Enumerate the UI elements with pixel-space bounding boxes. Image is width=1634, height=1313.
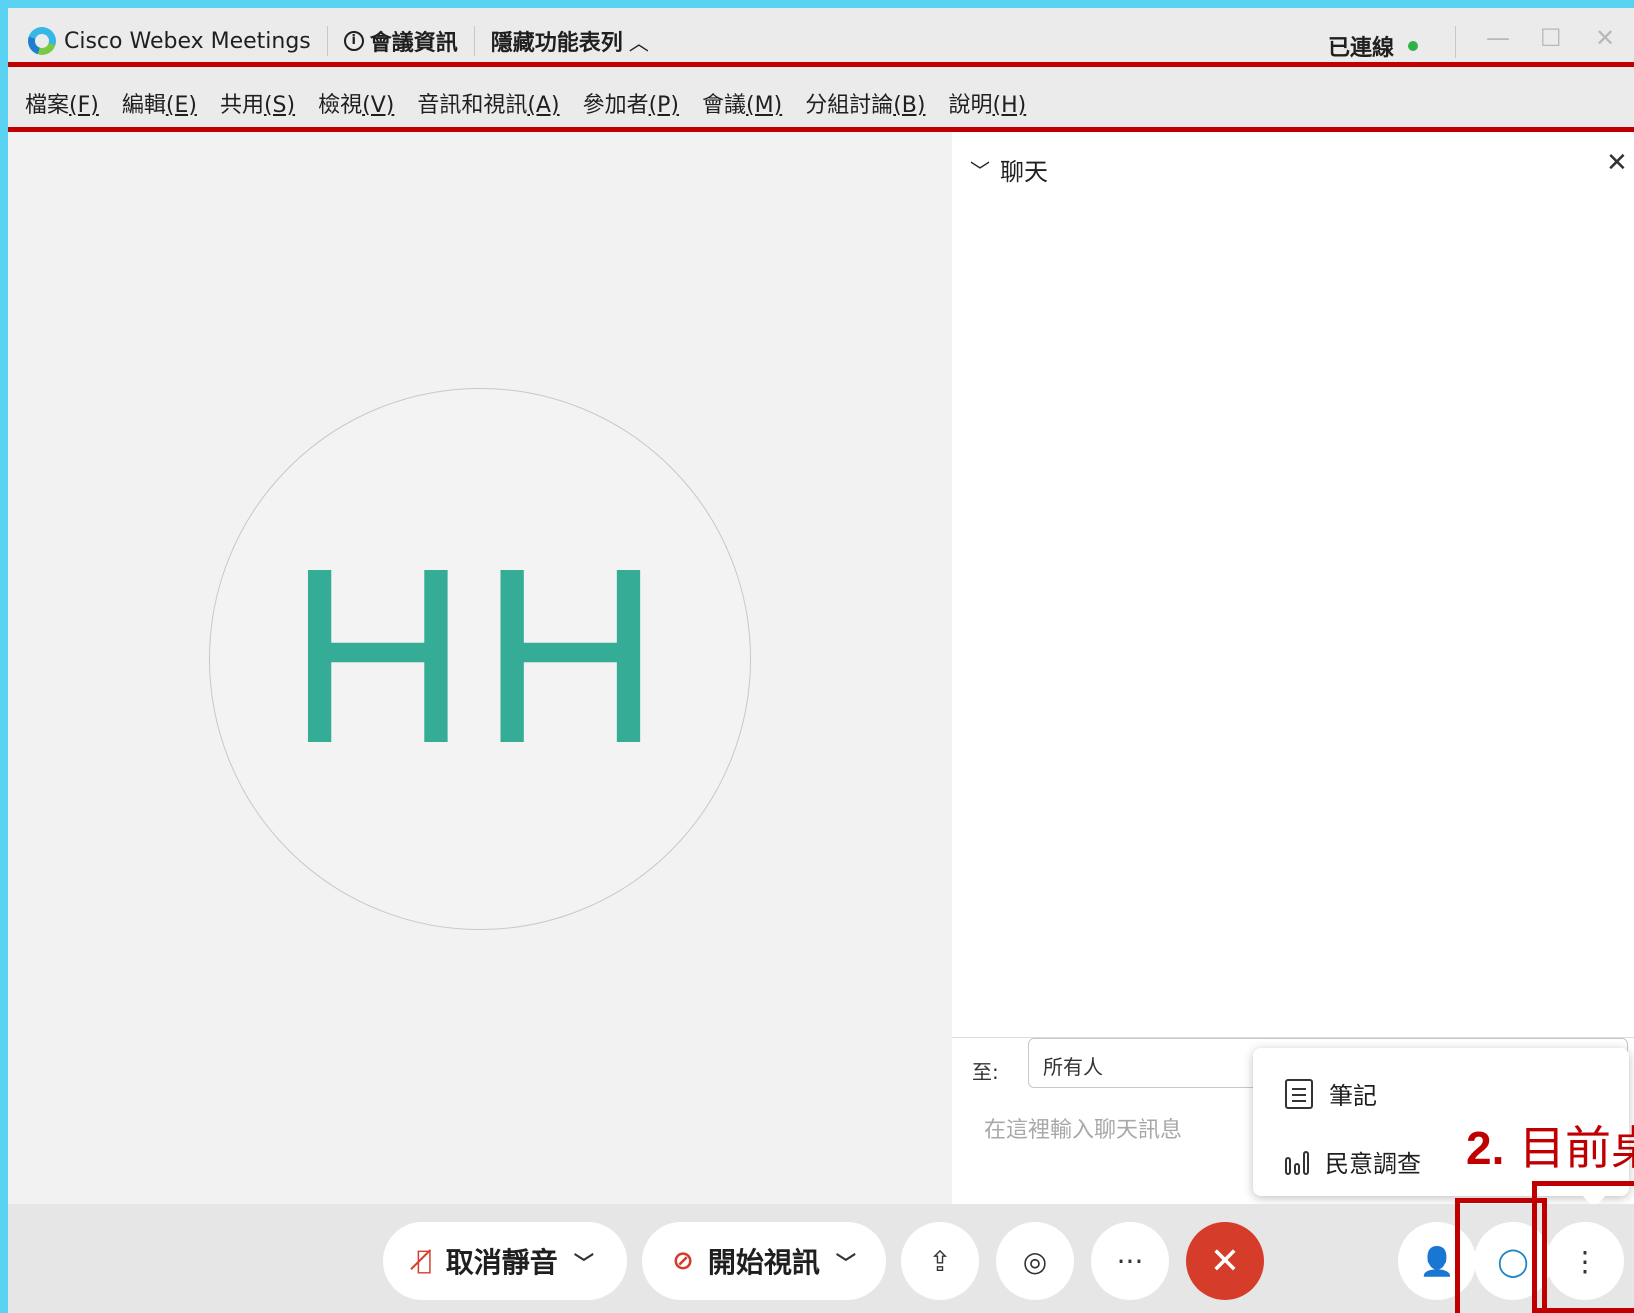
maximize-button[interactable]: ☐ <box>1540 24 1562 52</box>
close-chat-icon[interactable]: ✕ <box>1606 148 1628 178</box>
video-stage: HH <box>8 132 948 1204</box>
webex-logo-icon <box>28 27 56 55</box>
more-panels-button[interactable]: ⋮ <box>1546 1222 1624 1300</box>
participants-button[interactable]: 👤 <box>1398 1222 1476 1300</box>
status-dot-icon <box>1408 41 1419 51</box>
record-button[interactable]: ◎ <box>996 1222 1074 1300</box>
annotation-text: 目前桌 <box>1519 1121 1634 1175</box>
menu-share[interactable]: 共用(S) <box>220 87 295 119</box>
unmute-label: 取消靜音 <box>445 1246 558 1279</box>
menu-edit[interactable]: 編輯(E) <box>122 87 197 119</box>
share-icon: ⇪ <box>928 1244 952 1278</box>
chevron-down-icon[interactable]: ﹀ <box>574 1247 594 1276</box>
chat-title: 聊天 <box>1000 158 1048 186</box>
menu-file[interactable]: 檔案(F) <box>25 87 99 119</box>
avatar-initials: HH <box>287 516 673 795</box>
menu-participants[interactable]: 參加者(P) <box>583 87 679 119</box>
more-horizontal-icon: ··· <box>1116 1244 1144 1278</box>
popup-polling-label: 民意調查 <box>1325 1150 1421 1178</box>
chevron-down-icon: ﹀ <box>970 159 990 183</box>
end-meeting-button[interactable]: ✕ <box>1186 1222 1264 1300</box>
chat-header[interactable]: ﹀ 聊天 <box>970 152 1048 187</box>
end-meeting-icon: ✕ <box>1209 1240 1241 1282</box>
menu-bar: 檔案(F) 編輯(E) 共用(S) 檢視(V) 音訊和視訊(A) 參加者(P) … <box>8 74 1634 132</box>
chat-panel: ﹀ 聊天 ✕ 至: 所有人 在這裡輸入聊天訊息 <box>952 132 1634 1204</box>
chevron-down-icon[interactable]: ﹀ <box>836 1247 856 1276</box>
hide-menu-bar-button[interactable]: 隱藏功能表列 ︿ <box>491 25 649 57</box>
chevron-up-icon: ︿ <box>628 30 649 55</box>
menu-breakout[interactable]: 分組討論(B) <box>805 87 925 119</box>
webex-window: Cisco Webex Meetings i 會議資訊 隱藏功能表列 ︿ 已連線… <box>8 8 1634 1313</box>
app-title: Cisco Webex Meetings <box>64 28 311 54</box>
popup-item-notes[interactable]: 筆記 <box>1285 1076 1377 1111</box>
menu-audio-video[interactable]: 音訊和視訊(A) <box>417 87 559 119</box>
close-window-button[interactable]: ✕ <box>1595 24 1615 52</box>
annotation-number: 2. <box>1466 1122 1505 1174</box>
share-button[interactable]: ⇪ <box>901 1222 979 1300</box>
window-controls-separator <box>1455 26 1456 58</box>
popup-item-polling[interactable]: 民意調查 <box>1285 1144 1421 1179</box>
hide-menu-bar-label: 隱藏功能表列 <box>490 31 623 56</box>
title-separator <box>326 26 328 56</box>
more-options-button[interactable]: ··· <box>1091 1222 1169 1300</box>
mic-off-icon: 🎙̸ <box>416 1246 432 1276</box>
annotation-callout: 2. 目前桌 <box>1466 1112 1634 1178</box>
video-off-icon: ⊘ <box>672 1246 694 1276</box>
chat-to-label: 至: <box>972 1060 999 1084</box>
participant-avatar: HH <box>209 388 751 930</box>
start-video-button[interactable]: ⊘ 開始視訊 ﹀ <box>642 1222 886 1300</box>
chat-button[interactable]: ◯ <box>1474 1222 1552 1300</box>
polling-icon <box>1285 1149 1309 1175</box>
menu-view[interactable]: 檢視(V) <box>318 87 394 119</box>
record-icon: ◎ <box>1022 1244 1048 1278</box>
popup-notes-label: 筆記 <box>1329 1082 1377 1110</box>
menu-meeting[interactable]: 會議(M) <box>702 87 782 119</box>
participants-icon: 👤 <box>1419 1244 1455 1278</box>
app-branding: Cisco Webex Meetings <box>28 27 311 55</box>
meeting-info-label: 會議資訊 <box>369 31 458 56</box>
notes-icon <box>1285 1078 1313 1109</box>
start-video-label: 開始視訊 <box>707 1246 820 1279</box>
connection-status: 已連線 <box>1328 30 1419 62</box>
minimize-button[interactable]: — <box>1486 24 1510 52</box>
chat-icon: ◯ <box>1497 1244 1529 1278</box>
connection-status-label: 已連線 <box>1328 36 1395 61</box>
control-bar: 🎙̸ 取消靜音 ﹀ ⊘ 開始視訊 ﹀ ⇪ ◎ ··· ✕ 👤 ◯ ⋮ <box>8 1204 1634 1313</box>
menu-help[interactable]: 說明(H) <box>948 87 1026 119</box>
meeting-info-button[interactable]: i 會議資訊 <box>343 25 458 57</box>
title-separator <box>473 26 475 56</box>
chat-message-input[interactable]: 在這裡輸入聊天訊息 <box>984 1112 1182 1144</box>
title-bar: Cisco Webex Meetings i 會議資訊 隱藏功能表列 ︿ 已連線… <box>8 8 1634 74</box>
info-icon: i <box>343 31 364 51</box>
chat-recipient-value: 所有人 <box>1043 1055 1103 1079</box>
more-vertical-icon: ⋮ <box>1571 1244 1599 1278</box>
unmute-button[interactable]: 🎙̸ 取消靜音 ﹀ <box>383 1222 627 1300</box>
